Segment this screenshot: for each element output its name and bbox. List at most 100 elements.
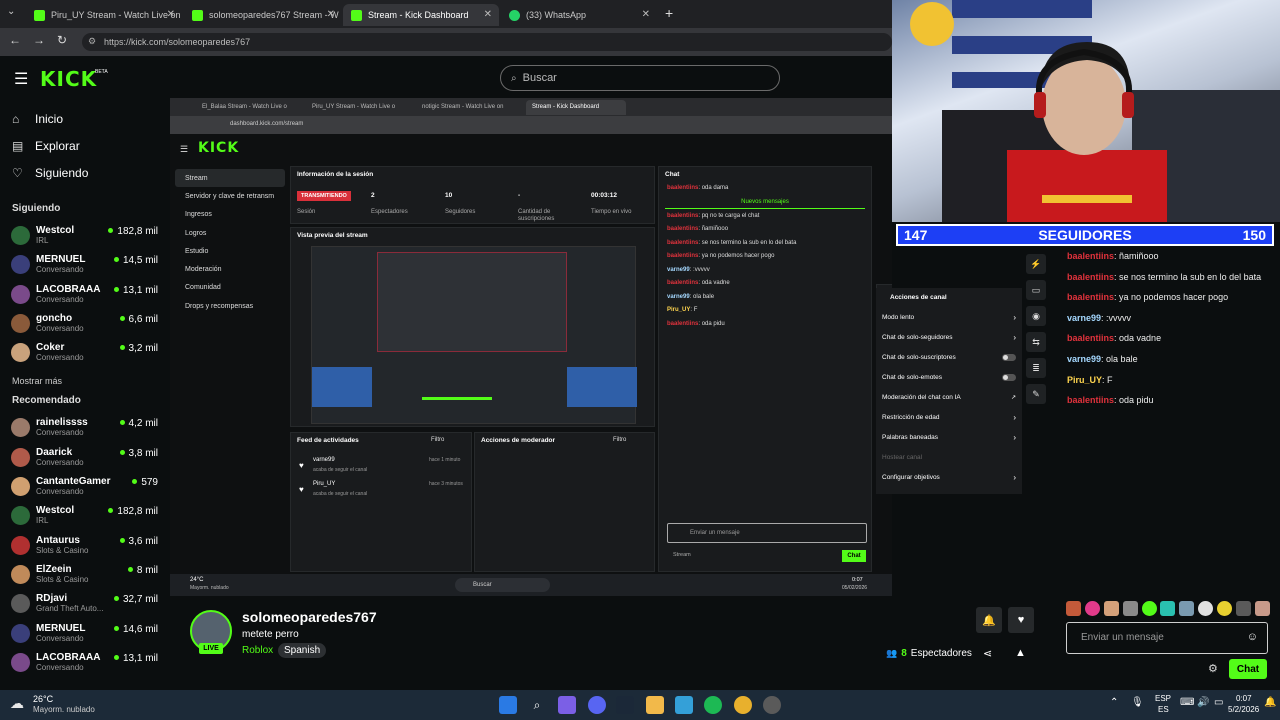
browser-tab-1[interactable]: Piru_UY Stream - Watch Live on ✕ [26,4,182,26]
emote-icon[interactable] [1217,601,1233,616]
search-input[interactable]: ⌕ Buscar [500,65,780,91]
sidebar-channel-item[interactable]: Westcol IRL 182,8 mil [0,223,170,252]
site-info-icon[interactable]: ⚙ [88,36,96,47]
chat-input[interactable]: Enviar un mensaje ☺ [1066,622,1268,654]
channel-action-item: Palabras baneadas › [876,427,1022,447]
new-tab-icon[interactable]: + [665,5,673,21]
emote-icon[interactable] [1141,601,1157,616]
document-icon[interactable]: ▭ [1026,280,1046,300]
sidebar-channel-item[interactable]: Westcol IRL 182,8 mil [0,503,170,532]
inner-chat-message: baalentiins: ñamiñooo [659,226,871,240]
chat-username[interactable]: baalentiins [1067,333,1114,343]
chat-text: ya no podemos hacer pogo [1119,292,1229,303]
emote-icon[interactable] [1198,601,1214,616]
share-icon[interactable]: ⋖ [983,647,992,660]
stack-icon[interactable]: ≣ [1026,358,1046,378]
sidebar-channel-item[interactable]: CantanteGamer Conversando 579 [0,474,170,503]
chat-username[interactable]: baalentiins [1067,272,1114,282]
browser-tab-4[interactable]: (33) WhatsApp ✕ [501,4,657,26]
language-tag[interactable]: Spanish [278,643,327,658]
streamer-username[interactable]: solomeoparedes767 [242,609,377,625]
sidebar-channel-item[interactable]: MERNUEL Conversando 14,6 mil [0,621,170,650]
notification-icon[interactable]: 🔔 [1264,697,1276,708]
copilot-icon[interactable] [558,696,576,714]
chat-username[interactable]: baalentiins [1067,395,1114,405]
channel-category: Conversando [36,428,84,438]
sidebar-channel-item[interactable]: RDjavi Grand Theft Auto... 32,7 mil [0,591,170,620]
chat-username[interactable]: baalentiins [1067,292,1114,302]
windows-start-icon[interactable] [499,696,517,714]
link-icon[interactable]: ⇆ [1026,332,1046,352]
chat-username[interactable]: varne99 [1067,313,1101,323]
sidebar-channel-item[interactable]: rainelissss Conversando 4,2 mil [0,415,170,444]
chat-username[interactable]: varne99 [1067,354,1101,364]
sidebar-channel-item[interactable]: LACOBRAAA Conversando 13,1 mil [0,650,170,679]
chat-username: baalentiins [667,212,699,219]
close-icon[interactable]: ✕ [642,9,650,20]
search-icon[interactable]: ⌕ [528,696,546,714]
reload-icon[interactable]: ↻ [57,33,67,47]
show-more-link[interactable]: Mostrar más [0,369,170,393]
emote-icon[interactable] [1103,601,1119,616]
close-icon[interactable]: ✕ [327,9,335,20]
chat-settings-gear-icon[interactable]: ⚙ [1208,662,1218,675]
follow-heart-icon[interactable]: ♥ [1008,607,1034,633]
chat-bubble-icon[interactable]: ◉ [1026,306,1046,326]
browser-tab-2[interactable]: solomeoparedes767 Stream - W ✕ [184,4,342,26]
hamburger-menu-icon[interactable]: ☰ [14,69,28,89]
sidebar-channel-item[interactable]: ElZeein Slots & Casino 8 mil [0,562,170,591]
tab-list-chevron-icon[interactable]: ⌄ [7,6,15,17]
emote-icon[interactable] [1160,601,1176,616]
browser-tab-3[interactable]: Stream - Kick Dashboard ✕ [343,4,499,26]
chrome-icon[interactable] [734,696,752,714]
sidebar-channel-item[interactable]: Daarick Conversando 3,8 mil [0,445,170,474]
emote-icon[interactable] [1236,601,1252,616]
notification-bell-icon[interactable]: 🔔 [976,607,1002,633]
spotify-icon[interactable] [704,696,722,714]
chat-send-button[interactable]: Chat [1229,659,1267,679]
wrench-icon[interactable]: ✎ [1026,384,1046,404]
clock-time[interactable]: 0:07 [1236,694,1252,703]
weather-temp[interactable]: 26°C [33,694,53,704]
steam-icon[interactable] [616,696,634,714]
chat-username[interactable]: baalentiins [1067,251,1114,261]
address-bar[interactable]: ⚙ https://kick.com/solomeoparedes767 [82,33,892,51]
battery-icon[interactable]: ▭ [1214,697,1223,708]
obs-icon[interactable] [763,696,781,714]
keyboard-lang[interactable]: ESP [1155,694,1171,703]
sidebar-item-explorar[interactable]: ▤ Explorar [0,132,170,159]
lightning-icon[interactable]: ⚡ [1026,254,1046,274]
sidebar-item-siguiendo[interactable]: ♡ Siguiendo [0,159,170,186]
sidebar-channel-item[interactable]: Coker Conversando 3,2 mil [0,340,170,369]
sidebar-channel-item[interactable]: MERNUEL Conversando 14,5 mil [0,252,170,281]
emote-icon[interactable] [1122,601,1138,616]
sidebar-channel-item[interactable]: goncho Conversando 6,6 mil [0,311,170,340]
discord-icon[interactable] [588,696,606,714]
volume-icon[interactable]: 🔊 [1197,697,1209,708]
emote-icon[interactable] [1084,601,1100,616]
monitor-icon[interactable] [675,696,693,714]
folder-icon[interactable] [646,696,664,714]
sidebar-item-inicio[interactable]: ⌂ Inicio [0,105,170,132]
close-icon[interactable]: ✕ [484,9,492,20]
forward-icon[interactable]: → [33,33,45,47]
sidebar-channel-item[interactable]: LACOBRAAA Conversando 13,1 mil [0,282,170,311]
sidebar-channel-item[interactable]: Antaurus Slots & Casino 3,6 mil [0,533,170,562]
kick-logo[interactable]: KICK [40,67,97,91]
network-icon[interactable]: ⌨ [1180,697,1194,708]
tray-chevron-icon[interactable]: ⌃ [1110,697,1118,708]
emoji-icon[interactable]: ☺ [1247,631,1258,643]
chat-username[interactable]: Piru_UY [1067,375,1102,385]
emote-icon[interactable] [1066,601,1081,616]
back-icon[interactable]: ← [9,33,21,47]
report-icon[interactable]: ▲ [1015,647,1026,659]
stream-category[interactable]: Roblox [242,645,273,656]
emote-icon[interactable] [1179,601,1195,616]
emote-icon[interactable] [1254,601,1270,616]
chat-input-placeholder: Enviar un mensaje [1081,632,1164,643]
microphone-icon[interactable]: 🎙 [1131,697,1144,708]
close-icon[interactable]: ✕ [167,9,175,20]
inner-session-label: Sesión [297,209,316,215]
stream-video-player[interactable]: El_Balaa Stream - Watch Live o Piru_UY S… [170,98,892,596]
search-placeholder: Buscar [522,72,557,84]
